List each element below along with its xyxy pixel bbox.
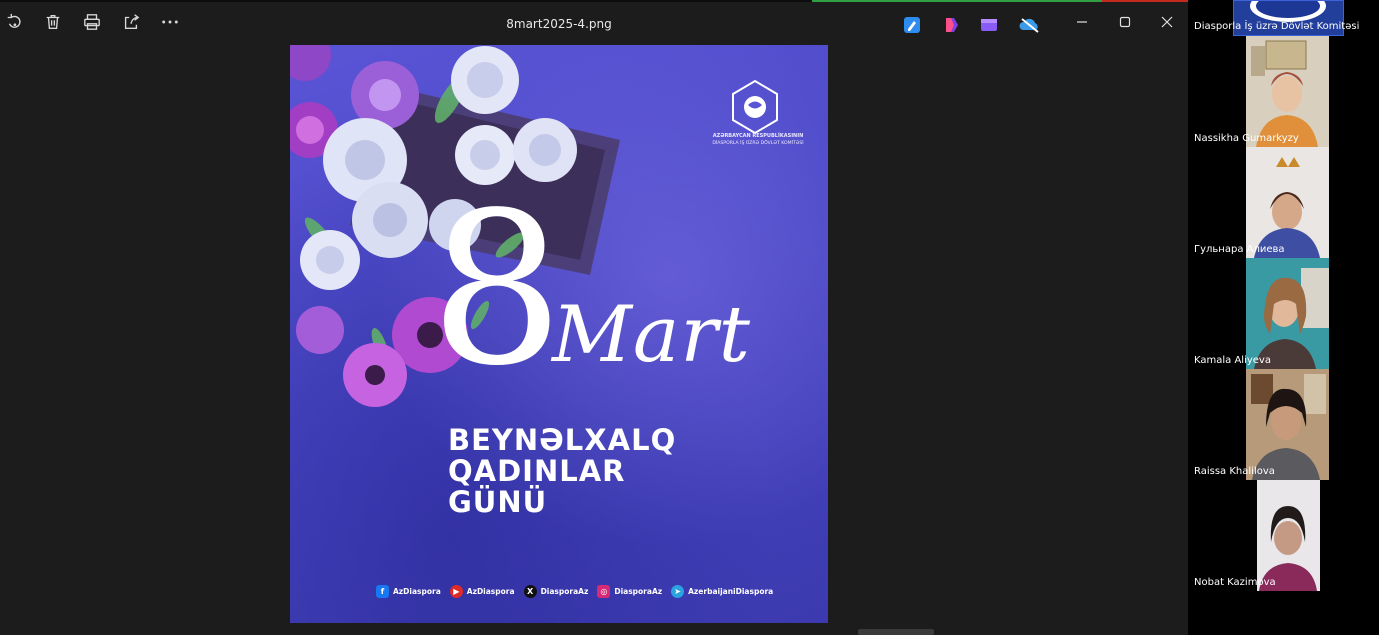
social-facebook: f AzDiaspora (376, 584, 441, 598)
poster-image: AZƏRBAYCAN RESPUBLİKASININ DİASPORLA İŞ … (290, 45, 828, 623)
filmstrip-handle[interactable] (858, 629, 934, 635)
youtube-icon: ▶ (449, 584, 463, 598)
social-handle: DiasporaAz (614, 586, 663, 596)
participants-panel: Diasporla İş üzrə Dövlət Komitəsi Nassik… (1188, 0, 1379, 635)
draw-icon[interactable] (903, 16, 921, 34)
video-editor-icon[interactable] (980, 16, 998, 34)
facebook-icon: f (376, 584, 389, 598)
clipchamp-icon[interactable] (942, 16, 960, 34)
x-icon: X (523, 584, 537, 598)
viewer-toolbar: 8mart2025-4.png (0, 2, 1188, 44)
photo-viewer-window: 8mart2025-4.png AZƏRBAYCAN RESPUBLİKASIN… (0, 0, 1188, 635)
minimize-icon[interactable] (1072, 12, 1092, 32)
participant-video (1246, 36, 1329, 147)
organization-subtitle: DİASPORLA İŞ ÜZRƏ DÖVLƏT KOMİTƏSİ (712, 141, 804, 146)
maximize-icon[interactable] (1115, 12, 1135, 32)
participant-tile[interactable]: Raissa Khalilova (1188, 369, 1379, 480)
organization-name: AZƏRBAYCAN RESPUBLİKASININ DİASPORLA İŞ … (708, 133, 808, 147)
participant-name: Kamala Aliyeva (1194, 355, 1271, 366)
diaspora-committee-logo (732, 79, 778, 135)
organization-name-line: AZƏRBAYCAN RESPUBLİKASININ (712, 133, 804, 139)
headline-line-2: QADINLAR (448, 454, 626, 488)
social-handles: f AzDiaspora ▶ AzDiaspora X DiasporaAz ◎… (376, 583, 773, 599)
participant-tile[interactable]: Гульнара Алиева (1188, 147, 1379, 258)
social-youtube: ▶ AzDiaspora (449, 584, 515, 598)
participant-video (1257, 480, 1320, 591)
headline-line-3: GÜNÜ (448, 485, 548, 519)
onedrive-icon[interactable] (1019, 16, 1041, 34)
social-x: X DiasporaAz (523, 584, 589, 598)
participant-tile[interactable]: Nobat Kazimova (1188, 480, 1379, 591)
social-handle: AzerbaijaniDiaspora (688, 586, 774, 596)
participant-name: Nassikha Gumarkyzy (1194, 133, 1299, 144)
social-handle: AzDiaspora (393, 586, 441, 596)
date-number: 8 (430, 167, 564, 412)
telegram-icon: ➤ (671, 584, 685, 598)
participant-video (1246, 258, 1329, 369)
participant-name: Гульнара Алиева (1194, 244, 1285, 255)
close-icon[interactable] (1157, 12, 1177, 32)
social-handle: AzDiaspora (466, 586, 515, 596)
participant-tile[interactable]: Nassikha Gumarkyzy (1188, 36, 1379, 147)
participant-video (1246, 147, 1329, 258)
instagram-icon: ◎ (597, 584, 611, 598)
participant-name: Diasporla İş üzrə Dövlət Komitəsi (1194, 21, 1360, 32)
social-instagram: ◎ DiasporaAz (597, 584, 663, 598)
date-month: Mart (552, 290, 751, 380)
headline-line-1: BEYNƏLXALQ (448, 423, 677, 457)
participant-tile[interactable]: Kamala Aliyeva (1188, 258, 1379, 369)
participant-name: Nobat Kazimova (1194, 577, 1276, 588)
social-handle: DiasporaAz (540, 586, 589, 596)
social-telegram: ➤ AzerbaijaniDiaspora (671, 584, 774, 598)
participant-video (1246, 369, 1329, 480)
participant-name: Raissa Khalilova (1194, 466, 1275, 477)
poster-headline: BEYNƏLXALQ QADINLAR GÜNÜ (448, 425, 676, 518)
